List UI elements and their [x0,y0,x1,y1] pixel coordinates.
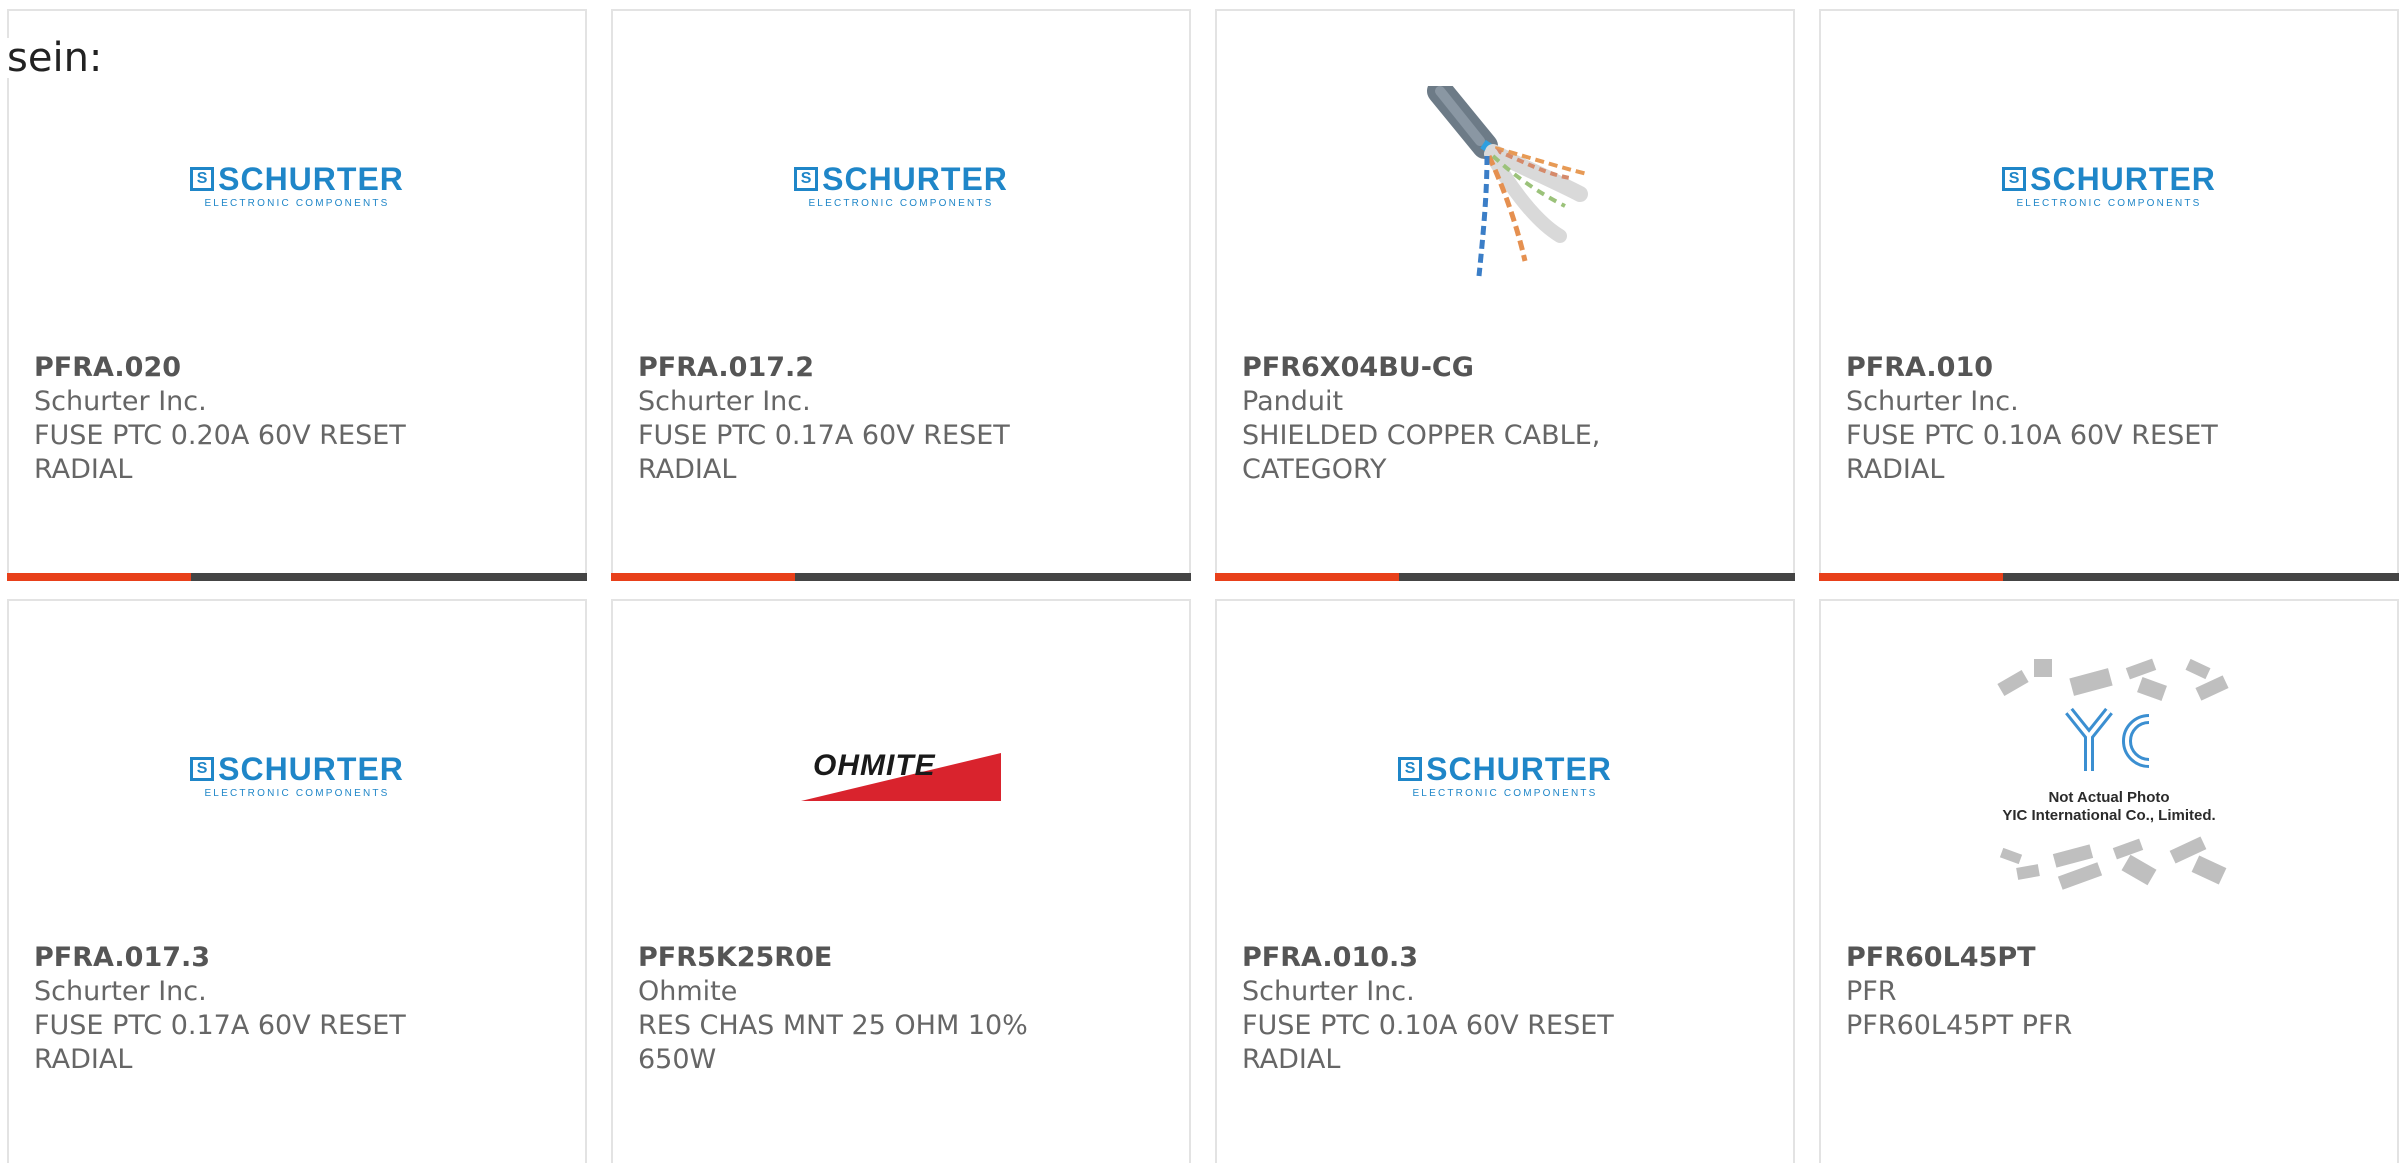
schurter-logo-word: SCHURTER [218,751,404,787]
product-info: PFR5K25R0E Ohmite RES CHAS MNT 25 OHM 10… [638,941,1164,1077]
card-accent-bar-highlight [611,573,795,581]
schurter-logo: S SCHURTER ELECTRONIC COMPONENTS [190,751,404,799]
card-accent-bar [611,573,1191,581]
card-accent-bar-base [2003,573,2399,581]
product-image[interactable]: S SCHURTER ELECTRONIC COMPONENTS [613,51,1189,321]
card-accent-bar-base [191,573,587,581]
schurter-logo-word: SCHURTER [218,161,404,197]
product-info: PFR6X04BU-CG Panduit SHIELDED COPPER CAB… [1242,351,1768,487]
product-image[interactable] [1217,51,1793,321]
schurter-logo: S SCHURTER ELECTRONIC COMPONENTS [190,161,404,209]
product-grid: S SCHURTER ELECTRONIC COMPONENTS PFRA.02… [7,9,2399,1163]
schurter-logo: S SCHURTER ELECTRONIC COMPONENTS [1398,751,1612,799]
product-description: SHIELDED COPPER CABLE, CATEGORY [1242,420,1601,485]
product-card[interactable]: S SCHURTER ELECTRONIC COMPONENTS PFRA.01… [1819,9,2399,581]
product-manufacturer: Schurter Inc. [34,386,207,417]
product-part-number[interactable]: PFRA.020 [34,351,560,385]
product-card[interactable]: OHMITE PFR5K25R0E Ohmite RES CHAS MNT 25… [611,599,1191,1163]
product-image[interactable]: S SCHURTER ELECTRONIC COMPONENTS [1821,51,2397,321]
product-part-number[interactable]: PFRA.010.3 [1242,941,1768,975]
product-description: PFR60L45PT PFR [1846,1010,2073,1041]
schurter-logo-mark: S [794,167,819,191]
product-part-number[interactable]: PFR5K25R0E [638,941,1164,975]
schurter-logo-mark: S [1398,757,1423,781]
product-part-number[interactable]: PFRA.010 [1846,351,2372,385]
yic-caption-line2: YIC International Co., Limited. [2002,807,2216,824]
product-image[interactable]: OHMITE [613,641,1189,911]
product-card[interactable]: PFR6X04BU-CG Panduit SHIELDED COPPER CAB… [1215,9,1795,581]
product-manufacturer: Panduit [1242,386,1344,417]
schurter-logo-mark: S [2002,167,2027,191]
card-accent-bar [7,573,587,581]
schurter-logo-mark: S [190,167,215,191]
product-card[interactable]: S SCHURTER ELECTRONIC COMPONENTS PFRA.01… [1215,599,1795,1163]
product-card[interactable]: S SCHURTER ELECTRONIC COMPONENTS PFRA.01… [7,599,587,1163]
schurter-logo-tagline: ELECTRONIC COMPONENTS [204,788,390,799]
product-card[interactable]: S SCHURTER ELECTRONIC COMPONENTS PFRA.01… [611,9,1191,581]
product-info: PFRA.017.2 Schurter Inc. FUSE PTC 0.17A … [638,351,1164,487]
schurter-logo-tagline: ELECTRONIC COMPONENTS [204,198,390,209]
schurter-logo-tagline: ELECTRONIC COMPONENTS [1412,788,1598,799]
product-manufacturer: Schurter Inc. [1846,386,2019,417]
product-description: RES CHAS MNT 25 OHM 10% 650W [638,1010,1028,1075]
product-info: PFRA.010.3 Schurter Inc. FUSE PTC 0.10A … [1242,941,1768,1077]
schurter-logo: S SCHURTER ELECTRONIC COMPONENTS [2002,161,2216,209]
product-description: FUSE PTC 0.17A 60V RESET RADIAL [34,1010,406,1075]
product-image[interactable]: S SCHURTER ELECTRONIC COMPONENTS [9,641,585,911]
product-description: FUSE PTC 0.20A 60V RESET RADIAL [34,420,406,485]
product-card[interactable]: Not Actual Photo YIC International Co., … [1819,599,2399,1163]
card-accent-bar-highlight [1215,573,1399,581]
schurter-logo-word: SCHURTER [822,161,1008,197]
ohmite-logo: OHMITE [801,751,1001,801]
product-info: PFRA.010 Schurter Inc. FUSE PTC 0.10A 60… [1846,351,2372,487]
ohmite-logo-word: OHMITE [813,749,936,782]
schurter-logo-word: SCHURTER [1426,751,1612,787]
card-accent-bar-highlight [7,573,191,581]
card-accent-bar [1819,573,2399,581]
product-description: FUSE PTC 0.17A 60V RESET RADIAL [638,420,1010,485]
product-manufacturer: Schurter Inc. [1242,976,1415,1007]
product-manufacturer: Ohmite [638,976,738,1007]
schurter-logo: S SCHURTER ELECTRONIC COMPONENTS [794,161,1008,209]
product-manufacturer: Schurter Inc. [638,386,811,417]
card-accent-bar-base [795,573,1191,581]
schurter-logo-mark: S [190,757,215,781]
product-image[interactable]: S SCHURTER ELECTRONIC COMPONENTS [9,51,585,321]
card-accent-bar [1215,573,1795,581]
product-part-number[interactable]: PFR60L45PT [1846,941,2372,975]
product-grid-page: sein: S SCHURTER ELECTRONIC COMPONENTS P… [0,0,2400,1163]
product-image[interactable]: S SCHURTER ELECTRONIC COMPONENTS [1217,641,1793,911]
product-manufacturer: PFR [1846,976,1897,1007]
schurter-logo-tagline: ELECTRONIC COMPONENTS [2016,198,2202,209]
product-info: PFRA.020 Schurter Inc. FUSE PTC 0.20A 60… [34,351,560,487]
product-info: PFR60L45PT PFR PFR60L45PT PFR [1846,941,2372,1043]
product-info: PFRA.017.3 Schurter Inc. FUSE PTC 0.17A … [34,941,560,1077]
product-card[interactable]: S SCHURTER ELECTRONIC COMPONENTS PFRA.02… [7,9,587,581]
product-part-number[interactable]: PFR6X04BU-CG [1242,351,1768,385]
product-image[interactable]: Not Actual Photo YIC International Co., … [1821,641,2397,911]
lead-text: sein: [7,35,103,81]
schurter-logo-word: SCHURTER [2030,161,2216,197]
product-part-number[interactable]: PFRA.017.3 [34,941,560,975]
schurter-logo-tagline: ELECTRONIC COMPONENTS [808,198,994,209]
product-description: FUSE PTC 0.10A 60V RESET RADIAL [1846,420,2218,485]
card-accent-bar-base [1399,573,1795,581]
card-accent-bar-highlight [1819,573,2003,581]
product-description: FUSE PTC 0.10A 60V RESET RADIAL [1242,1010,1614,1075]
yic-caption-line1: Not Actual Photo [2048,789,2170,806]
product-part-number[interactable]: PFRA.017.2 [638,351,1164,385]
product-manufacturer: Schurter Inc. [34,976,207,1007]
yic-placeholder-image: Not Actual Photo YIC International Co., … [1979,651,2239,901]
cable-photo [1427,86,1588,277]
